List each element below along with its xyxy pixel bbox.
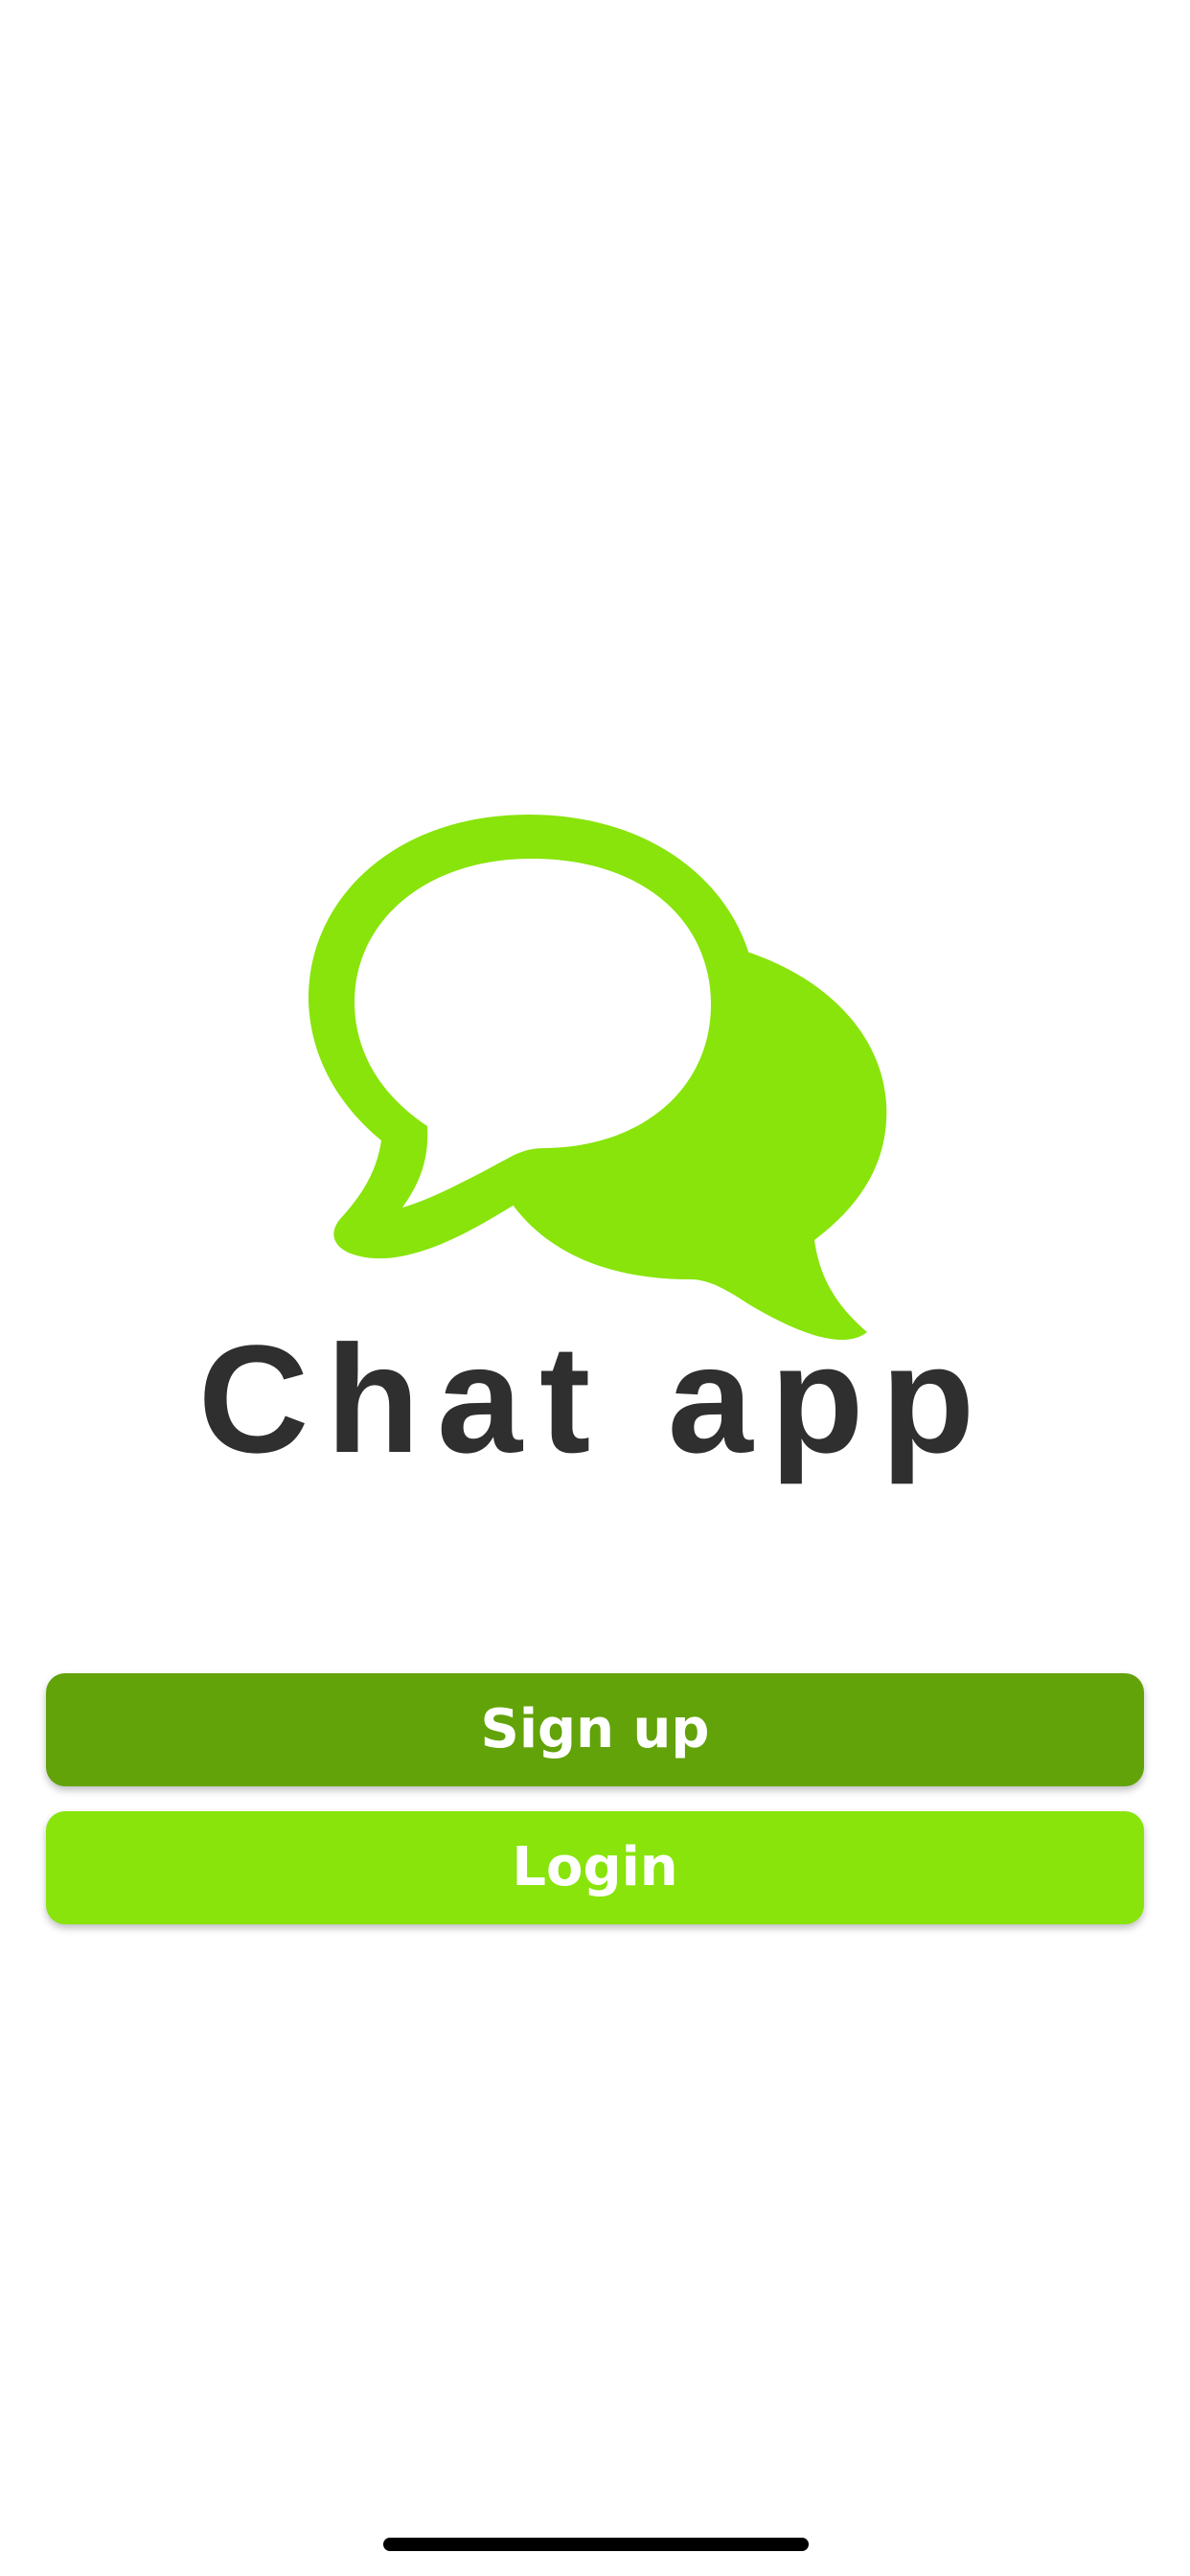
signup-button[interactable]: Sign up: [46, 1673, 1144, 1786]
welcome-screen: Chat app Sign up Login: [0, 0, 1190, 2576]
home-indicator[interactable]: [383, 2538, 809, 2551]
login-button[interactable]: Login: [46, 1811, 1144, 1924]
app-title: Chat app: [197, 1313, 993, 1484]
